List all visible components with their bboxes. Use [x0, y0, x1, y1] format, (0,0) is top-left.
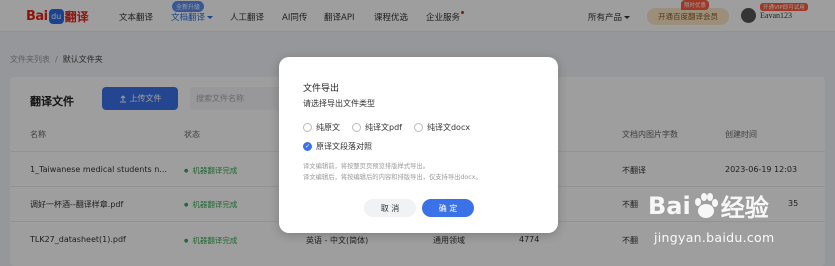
- option-translation-docx[interactable]: 纯译文docx: [413, 122, 471, 133]
- option-original[interactable]: 纯原文: [303, 122, 340, 133]
- export-type-options-row2: ✓ 原译文段落对照: [303, 140, 372, 152]
- radio-button[interactable]: [352, 122, 361, 132]
- option-label: 原译文段落对照: [316, 141, 372, 151]
- confirm-button[interactable]: 确 定: [422, 199, 474, 217]
- export-type-options: 纯原文 纯译文pdf 纯译文docx: [303, 121, 470, 133]
- export-notes: 译文编辑前，将按整页页预览排版样式导出。 译文编辑后，将按编辑后的内容和排版导出…: [303, 161, 482, 183]
- radio-button[interactable]: [303, 122, 312, 132]
- option-bilingual-paragraph[interactable]: ✓ 原译文段落对照: [303, 141, 372, 152]
- watermark-brand-text: Bai: [648, 191, 691, 220]
- option-label: 纯译文pdf: [365, 122, 402, 132]
- cancel-button[interactable]: 取 消: [364, 199, 416, 217]
- option-label: 纯原文: [316, 122, 340, 132]
- watermark-brand-text-2: 经验: [720, 194, 769, 222]
- option-translation-pdf[interactable]: 纯译文pdf: [352, 122, 402, 133]
- dialog-subtitle: 请选择导出文件类型: [303, 99, 375, 108]
- radio-button[interactable]: [413, 122, 423, 132]
- watermark-logo: Bai 经验: [648, 188, 769, 223]
- option-label: 纯译文docx: [426, 122, 471, 132]
- baidu-jingyan-watermark: Bai 经验 jingyan.baidu.com: [648, 180, 828, 260]
- note-line: 译文编辑前，将按整页页预览排版样式导出。: [303, 163, 429, 170]
- paw-icon: [694, 192, 718, 218]
- dialog-title: 文件导出: [303, 84, 340, 94]
- note-line: 译文编辑后，将按编辑后的内容和排版导出，仅支持导出docx。: [303, 174, 482, 181]
- watermark-url: jingyan.baidu.com: [654, 230, 775, 245]
- export-dialog: 文件导出 请选择导出文件类型 纯原文 纯译文pdf 纯译文docx ✓ 原译文段落…: [279, 57, 558, 233]
- check-icon[interactable]: ✓: [303, 141, 312, 151]
